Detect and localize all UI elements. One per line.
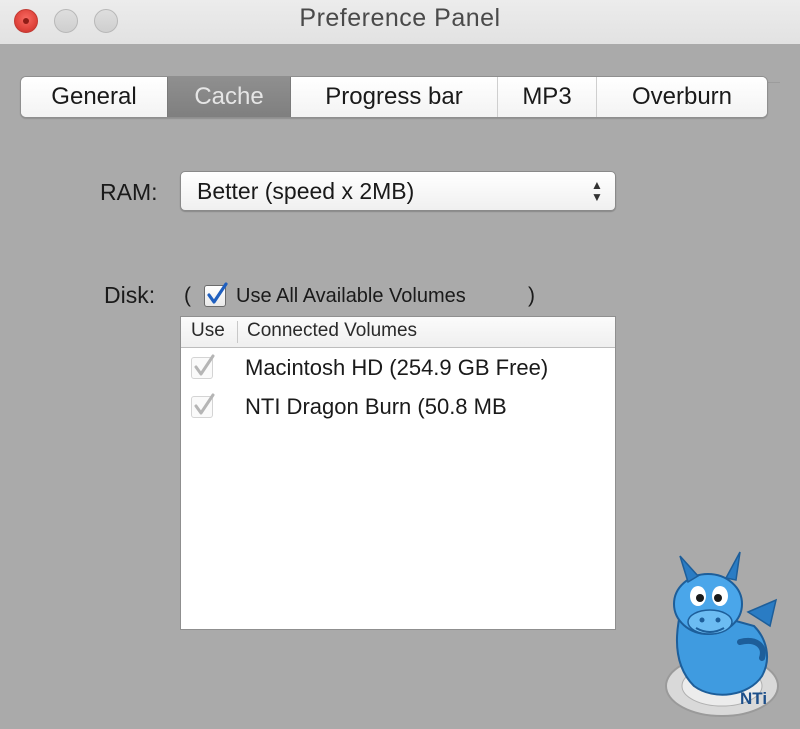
preferences-content: General Cache Progress bar MP3 Overburn …: [0, 44, 800, 729]
volume-name: NTI Dragon Burn (50.8 MB: [245, 394, 507, 419]
volume-name: Macintosh HD (254.9 GB Free): [245, 355, 549, 380]
tab-general[interactable]: General: [21, 77, 167, 117]
volume-use-checkbox[interactable]: [191, 354, 215, 379]
table-header: Use Connected Volumes: [181, 317, 615, 348]
checkmark-icon: [194, 354, 215, 376]
disk-paren-close: ): [528, 284, 535, 307]
checkmark-icon: [207, 282, 228, 304]
table-row[interactable]: Macintosh HD (254.9 GB Free): [181, 351, 615, 387]
disk-paren-open: (: [184, 284, 191, 307]
up-down-arrows-icon: ▲ ▼: [591, 178, 603, 204]
ram-selected-value: Better (speed x 2MB): [197, 178, 415, 204]
use-all-volumes-label[interactable]: Use All Available Volumes: [236, 285, 466, 308]
ram-label: RAM:: [100, 179, 158, 205]
tab-mp3[interactable]: MP3: [497, 77, 596, 117]
disk-label: Disk:: [104, 282, 156, 308]
volumes-table[interactable]: Use Connected Volumes Macintosh HD (254.…: [180, 316, 616, 630]
window-title: Preference Panel: [299, 4, 501, 32]
use-all-volumes-checkbox[interactable]: [204, 282, 228, 307]
logo-text: NTi: [740, 689, 767, 708]
tab-bar: General Cache Progress bar MP3 Overburn: [20, 76, 768, 118]
nti-dragon-logo-icon: NTi: [644, 546, 784, 726]
checkmark-icon: [194, 393, 215, 415]
column-header-connected-volumes[interactable]: Connected Volumes: [247, 320, 417, 342]
volume-use-checkbox[interactable]: [191, 393, 215, 418]
nti-dragon-logo-graphic: NTi: [665, 551, 779, 717]
preference-window: Preference Panel General Cache Progress …: [0, 0, 800, 729]
column-header-use[interactable]: Use: [191, 320, 225, 342]
column-divider: [237, 321, 238, 343]
tab-progress-bar[interactable]: Progress bar: [290, 77, 497, 117]
ram-select[interactable]: Better (speed x 2MB) ▲ ▼: [180, 171, 616, 211]
title-bar[interactable]: Preference Panel: [0, 0, 800, 44]
table-row[interactable]: NTI Dragon Burn (50.8 MB: [181, 390, 615, 426]
tab-overburn[interactable]: Overburn: [596, 77, 767, 117]
tab-cache[interactable]: Cache: [167, 77, 290, 117]
